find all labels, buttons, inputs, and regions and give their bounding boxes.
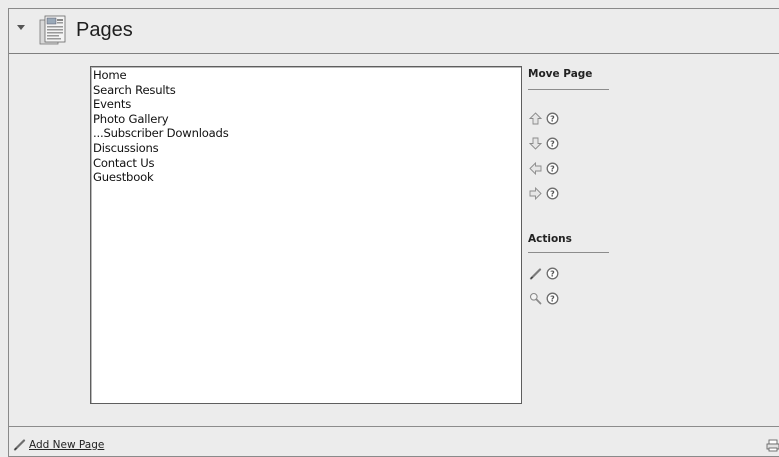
move-up-row: ? [529,110,559,126]
actions-heading: Actions [528,233,572,245]
svg-text:?: ? [550,139,555,148]
list-item[interactable]: ...Subscriber Downloads [93,126,519,141]
edit-row: ? [529,265,559,281]
list-item[interactable]: Events [93,97,519,112]
help-icon[interactable]: ? [546,112,559,125]
panel-title-bar: Pages ? [9,9,779,54]
list-item[interactable]: Photo Gallery [93,112,519,127]
edit-pencil-icon[interactable] [529,267,542,280]
actions-divider [528,252,609,253]
svg-text:?: ? [550,269,555,278]
view-row: ? [529,290,559,306]
help-icon[interactable]: ? [546,187,559,200]
add-pencil-icon [13,439,26,451]
panel-title: Pages [76,19,133,41]
help-icon[interactable]: ? [546,292,559,305]
pages-icon [39,15,66,45]
add-new-page-link[interactable]: Add New Page [13,438,104,451]
help-icon[interactable]: ? [546,162,559,175]
move-page-divider [528,89,609,90]
svg-text:?: ? [550,164,555,173]
svg-text:?: ? [550,189,555,198]
view-magnifier-icon[interactable] [529,292,542,305]
list-item[interactable]: Home [93,68,519,83]
move-right-icon[interactable] [529,186,542,200]
list-item[interactable]: Discussions [93,141,519,156]
move-down-row: ? [529,135,559,151]
list-item[interactable]: Search Results [93,83,519,98]
move-right-row: ? [529,185,559,201]
svg-text:?: ? [550,114,555,123]
list-item[interactable]: Contact Us [93,156,519,171]
help-icon[interactable]: ? [546,267,559,280]
collapse-arrow-icon[interactable] [16,22,26,32]
move-up-icon[interactable] [529,111,542,125]
move-left-row: ? [529,160,559,176]
move-page-heading: Move Page [528,68,593,80]
move-down-icon[interactable] [529,137,542,150]
footer-divider [9,426,779,427]
svg-text:?: ? [550,294,555,303]
print-icon[interactable] [766,439,779,452]
page-listbox[interactable]: Home Search Results Events Photo Gallery… [90,66,522,404]
list-item[interactable]: Guestbook [93,170,519,185]
help-icon[interactable]: ? [546,137,559,150]
add-new-page-label: Add New Page [29,438,105,451]
move-left-icon[interactable] [529,161,542,175]
pages-panel: Pages ? Home Search Results Events Photo… [8,8,779,457]
